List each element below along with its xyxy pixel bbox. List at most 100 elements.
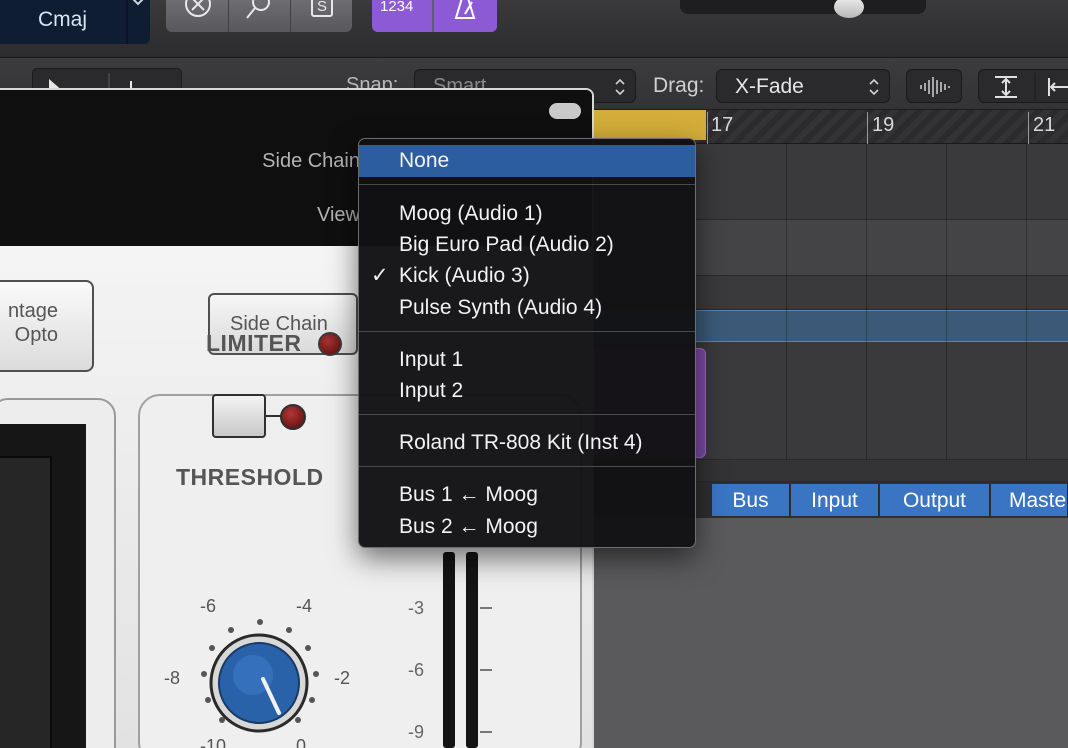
bar-number: 19	[872, 114, 895, 136]
menu-separator	[359, 466, 695, 467]
menu-item-label: Pulse Synth (Audio 4)	[399, 296, 603, 319]
count-in-text: 1234	[380, 0, 414, 15]
menu-separator	[359, 331, 695, 332]
limiter-label: LIMITER	[206, 330, 302, 356]
close-circle-icon	[185, 0, 211, 17]
grid-line	[946, 144, 947, 460]
grid-line	[786, 144, 787, 460]
menu-item-bus-2-moog[interactable]: Bus 2 ← Moog	[359, 511, 695, 543]
limiter-on-led	[280, 404, 306, 430]
side-chain-label: Side Chain	[262, 150, 360, 172]
mixer-tab-bus[interactable]: Bus	[712, 484, 790, 516]
master-volume-thumb[interactable]	[834, 0, 864, 18]
fader-tick	[480, 669, 492, 671]
bar-number: 17	[711, 114, 734, 136]
control-bar: Cmaj S 1234	[0, 0, 1068, 58]
tool-button-group: S	[166, 0, 352, 32]
menu-item-input-1[interactable]: Input 1	[359, 344, 695, 376]
limiter-indicator-led	[318, 332, 342, 356]
menu-item-label: Input 2	[399, 379, 464, 402]
menu-separator	[359, 184, 695, 185]
fader-tick	[480, 607, 492, 609]
waveform-zoom-icon	[920, 77, 950, 97]
drag-select[interactable]: X-Fade	[716, 69, 890, 103]
solo-button[interactable]: S	[292, 0, 352, 32]
tuner-button[interactable]	[229, 0, 289, 32]
cycle-region[interactable]	[594, 110, 706, 140]
model-button-line1: ntage	[7, 300, 58, 322]
menu-item-kick-audio-3[interactable]: ✓ Kick (Audio 3)	[359, 260, 695, 292]
metronome-icon	[454, 0, 476, 19]
threshold-label: THRESHOLD	[176, 464, 324, 490]
fader-scale-num: -3	[408, 598, 425, 618]
mixer-tab-label: Master	[1009, 489, 1068, 512]
menu-separator	[359, 414, 695, 415]
solo-glyph: S	[317, 0, 328, 15]
menu-item-bus-1-moog[interactable]: Bus 1 ← Moog	[359, 479, 695, 511]
vertical-zoom-icon	[995, 76, 1017, 98]
waveform-zoom-button[interactable]	[906, 69, 962, 103]
menu-item-label: Bus 2 ← Moog	[399, 515, 538, 538]
menu-item-input-2[interactable]: Input 2	[359, 375, 695, 407]
output-fader-track-left[interactable]	[443, 552, 455, 748]
mixer-tab-master[interactable]: Master	[991, 484, 1068, 516]
grid-line	[1026, 144, 1027, 460]
metronome-button[interactable]	[434, 0, 497, 32]
fader-scale-num: -6	[408, 660, 425, 680]
fader-scale-num: -9	[408, 722, 425, 742]
drag-value: X-Fade	[735, 75, 804, 98]
menu-item-label: Kick (Audio 3)	[399, 264, 530, 287]
menu-item-label: Input 1	[399, 348, 464, 371]
chevron-down-icon[interactable]	[131, 0, 145, 10]
mixer-area	[594, 518, 1068, 748]
model-button-line2: Opto	[14, 324, 58, 346]
key-signature-display[interactable]: Cmaj	[0, 0, 150, 44]
menu-item-label: Moog (Audio 1)	[399, 202, 543, 225]
menu-item-moog-audio-1[interactable]: Moog (Audio 1)	[359, 198, 695, 230]
mixer-tab-label: Input	[811, 489, 858, 512]
limiter-toggle-switch[interactable]	[212, 394, 266, 438]
mixer-tab-label: Output	[902, 489, 967, 512]
drag-label: Drag:	[653, 74, 705, 97]
gain-reduction-meter-panel	[0, 398, 116, 748]
grid-line	[866, 144, 867, 460]
view-label: View	[317, 204, 360, 226]
key-divider	[126, 0, 128, 44]
mixer-tab-output[interactable]: Output	[880, 484, 990, 516]
menu-item-big-euro-pad-audio-2[interactable]: Big Euro Pad (Audio 2)	[359, 229, 695, 261]
count-in-button[interactable]: 1234	[372, 0, 432, 32]
bar-tick	[707, 112, 708, 144]
tuner-icon	[246, 0, 270, 19]
fader-tick	[480, 731, 492, 733]
zoom-button-group	[978, 69, 1068, 103]
close-circle-button[interactable]	[166, 0, 226, 32]
menu-item-label: Big Euro Pad (Audio 2)	[399, 233, 614, 256]
bar-tick	[1028, 112, 1029, 144]
threshold-scale-num: -2	[334, 668, 351, 688]
updown-chevron-icon	[615, 78, 625, 96]
master-volume-slider[interactable]	[680, 0, 926, 14]
mixer-tab-input[interactable]: Input	[791, 484, 879, 516]
mixer-tab-label: Bus	[732, 489, 769, 512]
checkmark-icon: ✓	[371, 264, 389, 287]
menu-item-label: Roland TR-808 Kit (Inst 4)	[399, 431, 643, 454]
updown-chevron-icon	[869, 78, 879, 96]
key-signature-text: Cmaj	[38, 8, 88, 31]
horizontal-zoom-icon	[1048, 78, 1068, 96]
bar-number: 21	[1033, 114, 1056, 136]
menu-item-label: Bus 1 ← Moog	[399, 483, 538, 506]
menu-item-pulse-synth-audio-4[interactable]: Pulse Synth (Audio 4)	[359, 292, 695, 324]
threshold-scale-num: -8	[164, 668, 181, 688]
output-fader-track-right[interactable]	[466, 552, 478, 748]
bar-tick	[867, 112, 868, 144]
menu-item-label: None	[399, 149, 450, 172]
meter-inner	[0, 456, 52, 748]
side-chain-dropdown-menu: None Moog (Audio 1) Big Euro Pad (Audio …	[358, 138, 696, 548]
tool-separator	[290, 0, 291, 32]
threshold-knob[interactable]	[209, 633, 309, 733]
window-collapse-button[interactable]	[549, 103, 581, 119]
menu-item-roland-tr-808-kit[interactable]: Roland TR-808 Kit (Inst 4)	[359, 427, 695, 459]
vintage-opto-button[interactable]: ntage Opto	[0, 280, 94, 372]
menu-item-none[interactable]: None	[359, 145, 695, 177]
count-in-group: 1234	[372, 0, 497, 32]
